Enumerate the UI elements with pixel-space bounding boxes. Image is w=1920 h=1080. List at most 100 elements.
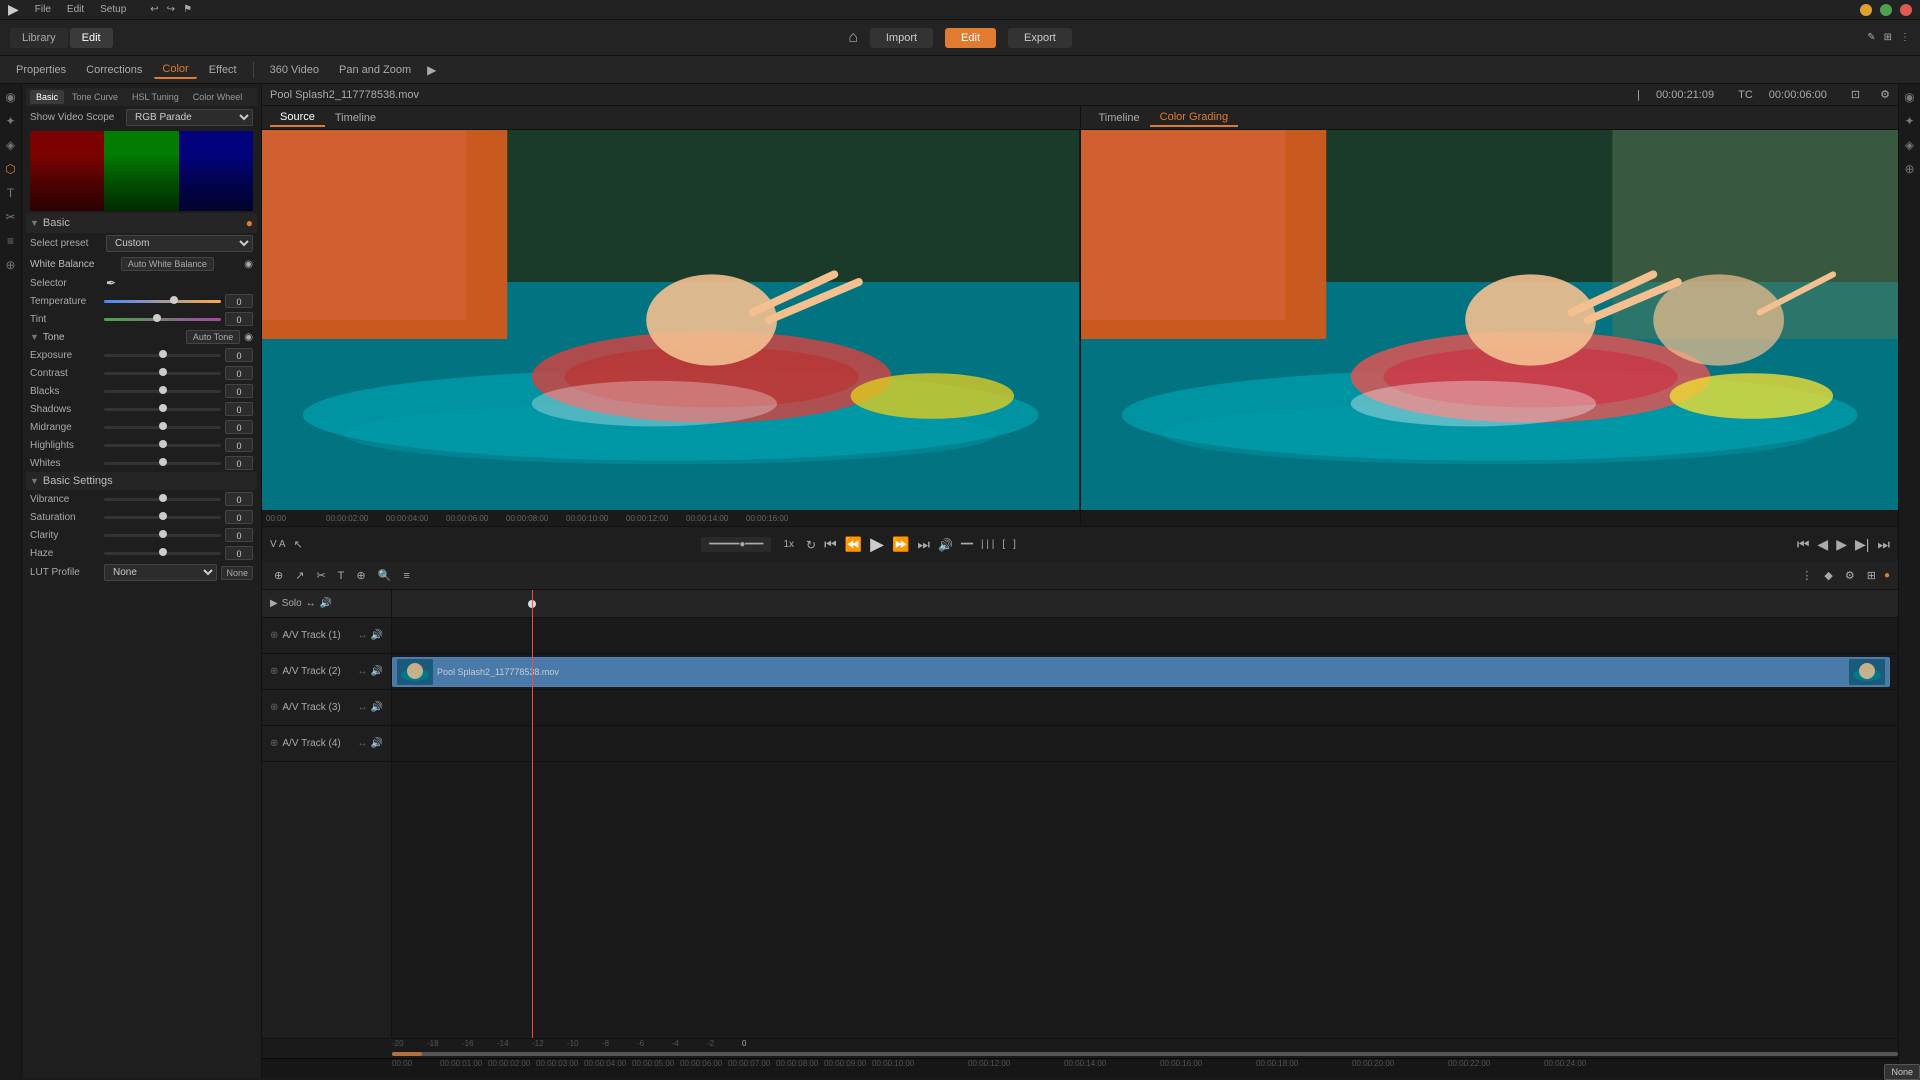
timeline-zoom-icon[interactable]: 🔍	[374, 567, 396, 584]
blacks-value[interactable]: 0	[225, 384, 253, 398]
side-icon-6[interactable]: ✂	[2, 208, 20, 226]
transport-fast-fwd-icon[interactable]: ⏩	[892, 536, 909, 553]
track-2-link-icon[interactable]: ↔	[358, 666, 368, 677]
track-2-row[interactable]: Pool Splash2_117778538.mov	[392, 654, 1898, 690]
timeline-tab-cg[interactable]: Timeline	[1089, 110, 1150, 126]
tab-basic[interactable]: Basic	[30, 90, 64, 104]
timeline-layout-icon[interactable]: ⊞	[1863, 567, 1880, 584]
track-2-speaker-icon[interactable]: 🔊	[371, 666, 383, 677]
main-clip[interactable]: Pool Splash2_117778538.mov	[392, 657, 1890, 687]
minimize-button[interactable]	[1860, 4, 1872, 16]
saturation-value[interactable]: 0	[225, 510, 253, 524]
contrast-value[interactable]: 0	[225, 366, 253, 380]
basic-section-header[interactable]: ▼ Basic ●	[26, 213, 257, 233]
menu-edit[interactable]: Edit	[67, 4, 84, 15]
midrange-thumb[interactable]	[159, 422, 167, 430]
tab-tone-curve[interactable]: Tone Curve	[66, 90, 124, 104]
right-icon-3[interactable]: ◈	[1901, 136, 1919, 154]
highlights-value[interactable]: 0	[225, 438, 253, 452]
cg-skip-start[interactable]: ⏮	[1797, 536, 1810, 553]
side-icon-3[interactable]: ◈	[2, 136, 20, 154]
exposure-slider[interactable]	[104, 354, 221, 357]
haze-slider[interactable]	[104, 552, 221, 555]
menu-file[interactable]: File	[35, 4, 51, 15]
source-tab[interactable]: Source	[270, 109, 325, 127]
transport-in-point[interactable]: [	[1002, 539, 1005, 550]
vibrance-slider[interactable]	[104, 498, 221, 501]
home-button[interactable]: ⌂	[848, 29, 858, 47]
shadows-value[interactable]: 0	[225, 402, 253, 416]
cg-play[interactable]: ▶	[1836, 536, 1847, 553]
track-4-row[interactable]	[392, 726, 1898, 762]
white-balance-header[interactable]: White Balance Auto White Balance ◉	[26, 254, 257, 274]
right-icon-2[interactable]: ✦	[1901, 112, 1919, 130]
lut-select[interactable]: None	[104, 564, 217, 581]
timeline-more-tools[interactable]: ≡	[399, 568, 413, 584]
track-1-row[interactable]	[392, 618, 1898, 654]
blacks-thumb[interactable]	[159, 386, 167, 394]
toolbar-more-icon[interactable]: ▶	[427, 63, 436, 77]
solo-icon[interactable]: ▶	[270, 598, 278, 609]
tint-slider[interactable]	[104, 318, 221, 321]
transport-speed[interactable]: 1x	[783, 539, 794, 550]
whites-value[interactable]: 0	[225, 456, 253, 470]
settings-icon[interactable]: ✎	[1867, 32, 1875, 43]
side-icon-1[interactable]: ◉	[2, 88, 20, 106]
track-4-lock-icon[interactable]: ⊕	[270, 738, 278, 749]
lut-apply-button[interactable]: None	[221, 566, 253, 580]
transport-out-point[interactable]: ]	[1013, 539, 1016, 550]
vibrance-value[interactable]: 0	[225, 492, 253, 506]
contrast-thumb[interactable]	[159, 368, 167, 376]
export-button[interactable]: Export	[1008, 28, 1072, 48]
tab-color-wheel[interactable]: Color Wheel	[187, 90, 249, 104]
close-button[interactable]	[1900, 4, 1912, 16]
maximize-button[interactable]	[1880, 4, 1892, 16]
haze-thumb[interactable]	[159, 548, 167, 556]
vibrance-thumb[interactable]	[159, 494, 167, 502]
auto-white-balance-button[interactable]: Auto White Balance	[121, 257, 214, 271]
timeline-lock-icon[interactable]: ⊕	[270, 567, 287, 584]
menu-setup[interactable]: Setup	[100, 4, 126, 15]
track-4-speaker-icon[interactable]: 🔊	[371, 738, 383, 749]
track-1-speaker-icon[interactable]: 🔊	[371, 630, 383, 641]
saturation-thumb[interactable]	[159, 512, 167, 520]
cg-prev-frame[interactable]: ◀	[1817, 536, 1828, 553]
monitor-icon[interactable]: ⊡	[1851, 88, 1860, 101]
track-3-link-icon[interactable]: ↔	[358, 702, 368, 713]
exposure-thumb[interactable]	[159, 350, 167, 358]
right-icon-4[interactable]: ⊕	[1901, 160, 1919, 178]
toolbar-properties[interactable]: Properties	[8, 62, 74, 78]
zoom-bar[interactable]	[392, 1052, 1898, 1056]
right-icon-1[interactable]: ◉	[1901, 88, 1919, 106]
library-tab[interactable]: Library	[10, 28, 68, 48]
timeline-settings-icon[interactable]: ⚙	[1841, 567, 1859, 584]
toolbar-360-video[interactable]: 360 Video	[262, 62, 327, 78]
toolbar-pan-zoom[interactable]: Pan and Zoom	[331, 62, 419, 78]
cg-skip-end[interactable]: ⏭	[1877, 536, 1890, 553]
settings-icon-2[interactable]: ⚙	[1880, 88, 1890, 101]
side-icon-5[interactable]: T	[2, 184, 20, 202]
track-1-link-icon[interactable]: ↔	[358, 630, 368, 641]
timeline-razor-icon[interactable]: ✂	[312, 567, 329, 584]
tint-value[interactable]: 0	[225, 312, 253, 326]
saturation-slider[interactable]	[104, 516, 221, 519]
track-3-lock-icon[interactable]: ⊕	[270, 702, 278, 713]
tab-hsl-tuning[interactable]: HSL Tuning	[126, 90, 185, 104]
timeline-select-icon[interactable]: ↗	[291, 567, 308, 584]
timeline-tab-preview[interactable]: Timeline	[325, 110, 386, 126]
solo-speaker-icon[interactable]: 🔊	[320, 598, 332, 609]
shadows-thumb[interactable]	[159, 404, 167, 412]
edit-button[interactable]: Edit	[945, 28, 996, 48]
transport-vol-slider[interactable]: ━━	[961, 539, 973, 550]
haze-value[interactable]: 0	[225, 546, 253, 560]
temperature-value[interactable]: 0	[225, 294, 253, 308]
side-icon-7[interactable]: ≡	[2, 232, 20, 250]
scope-type-select[interactable]: RGB Parade	[126, 109, 253, 126]
track-2-lock-icon[interactable]: ⊕	[270, 666, 278, 677]
shadows-slider[interactable]	[104, 408, 221, 411]
transport-play-button[interactable]: ▶	[870, 534, 884, 555]
edit-tab[interactable]: Edit	[70, 28, 113, 48]
track-3-row[interactable]	[392, 690, 1898, 726]
toolbar-color[interactable]: Color	[154, 61, 196, 79]
contrast-slider[interactable]	[104, 372, 221, 375]
